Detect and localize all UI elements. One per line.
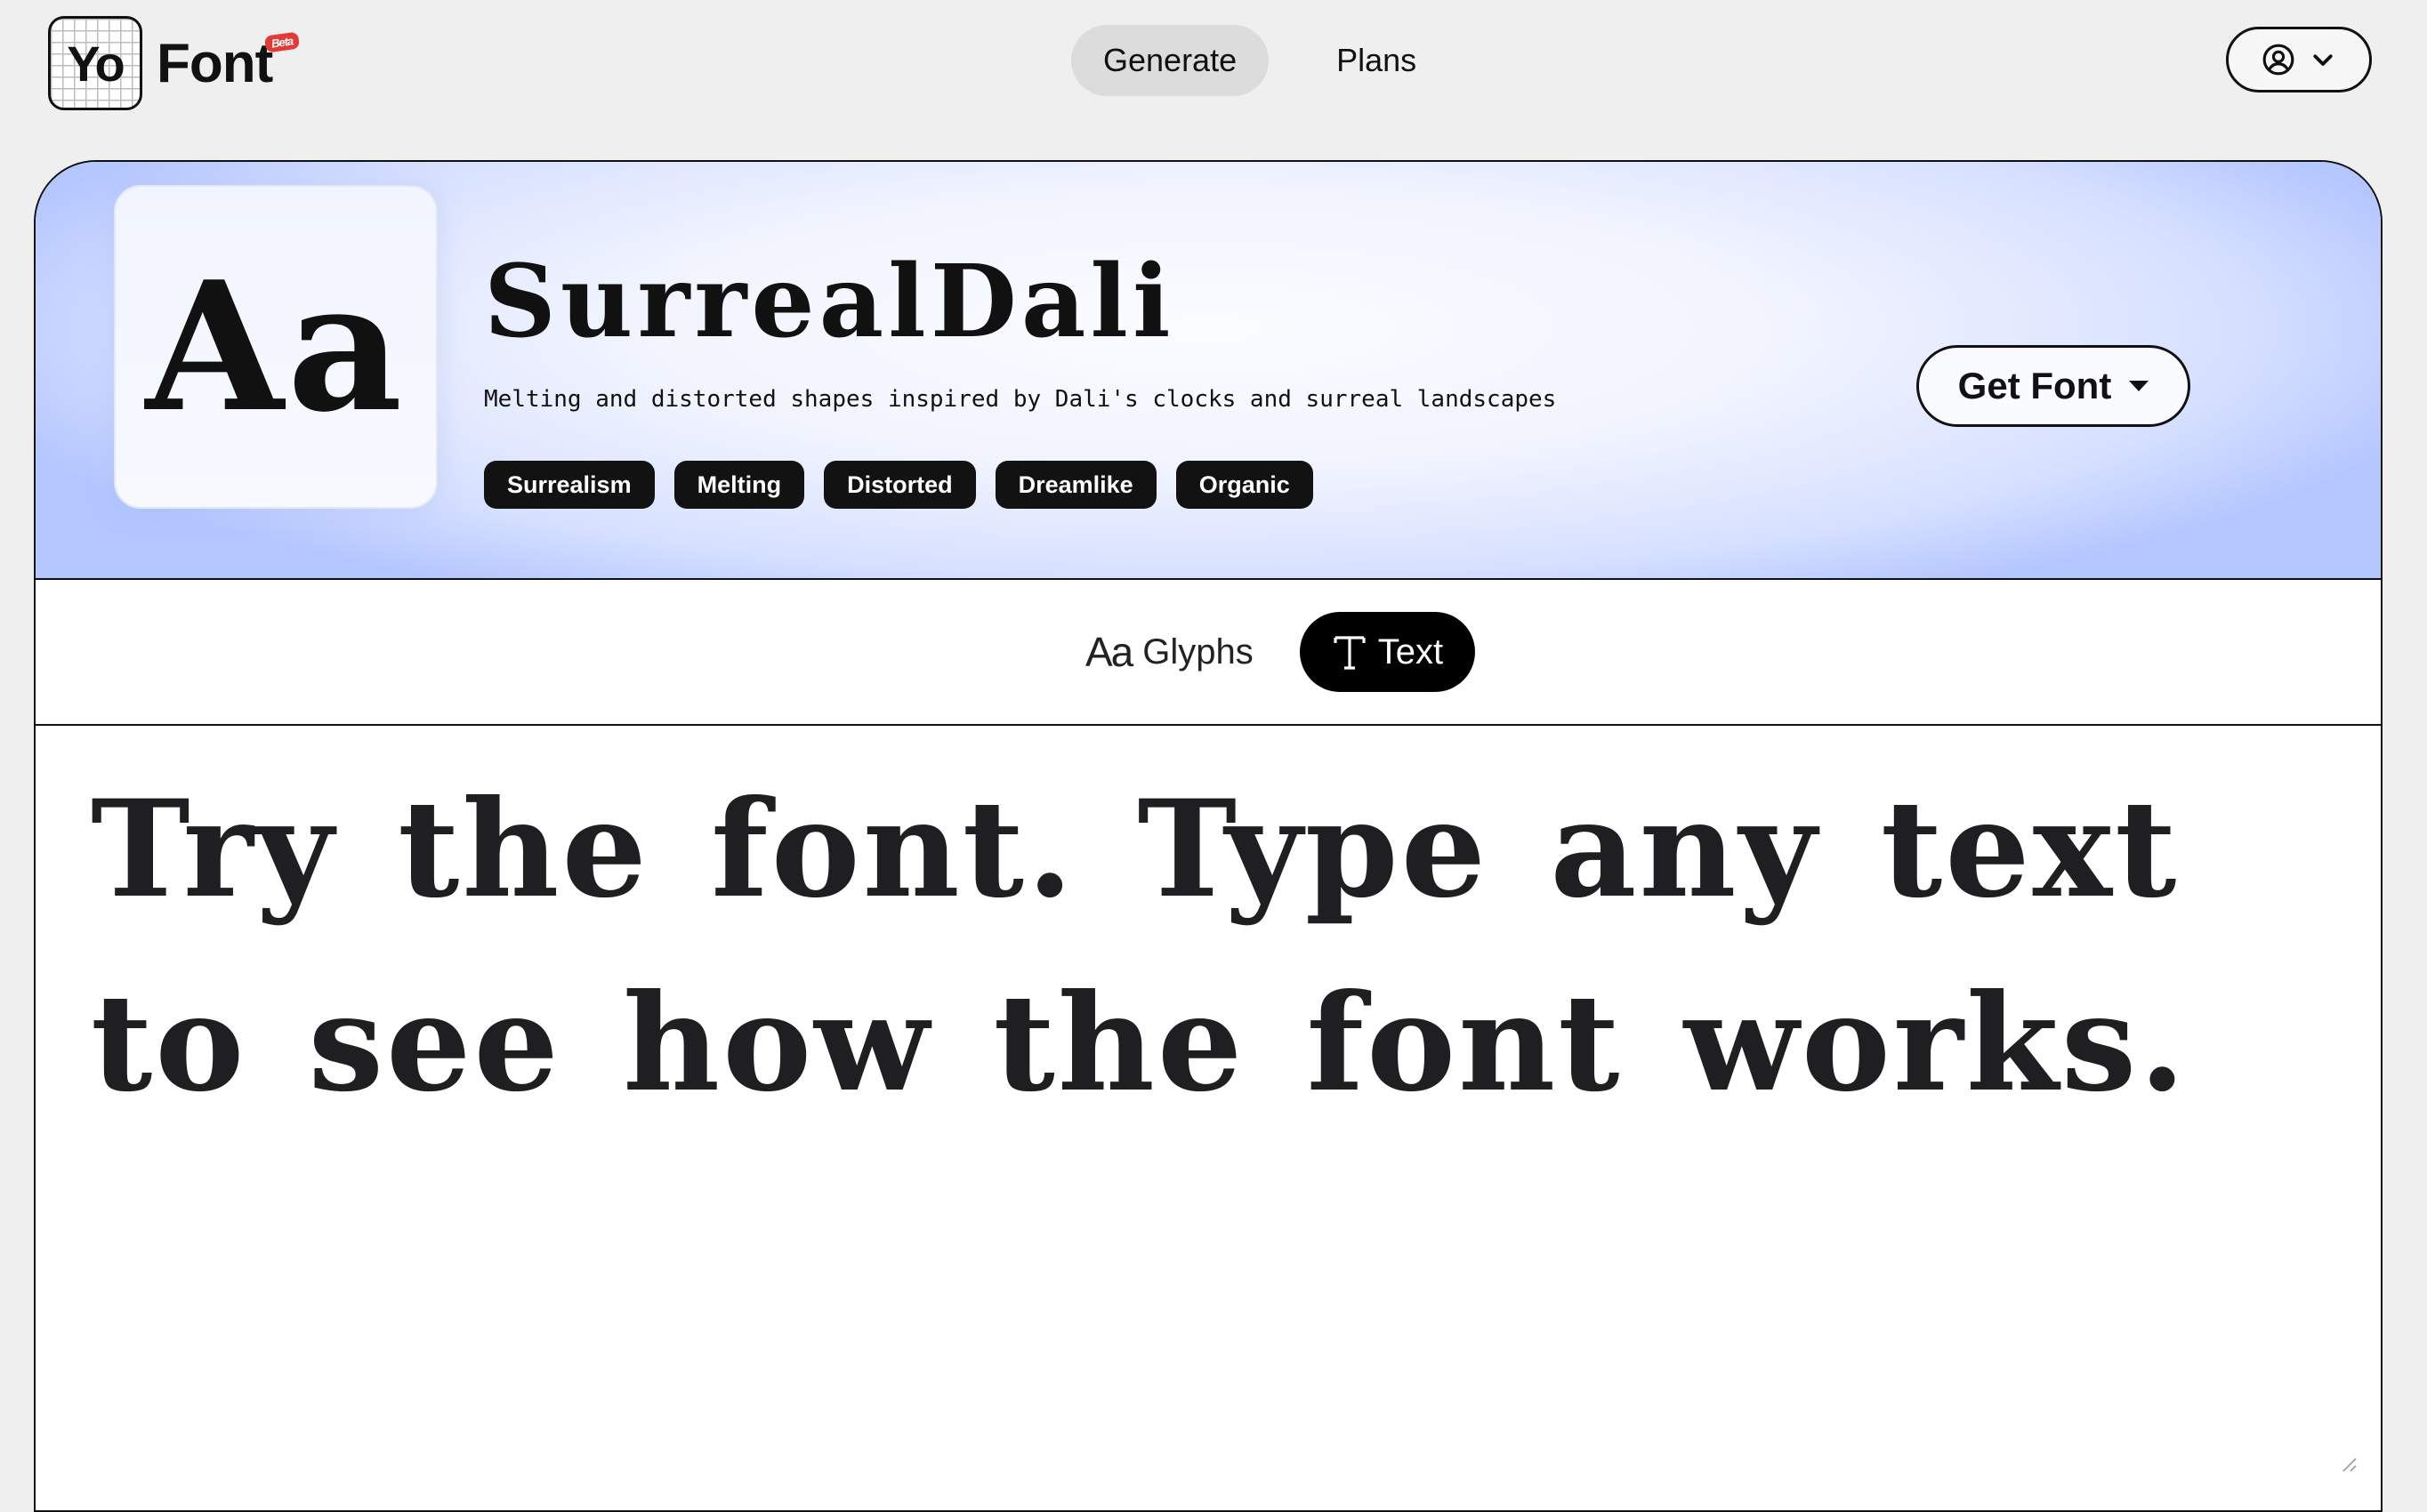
tab-text[interactable]: Text xyxy=(1299,612,1476,692)
text-icon xyxy=(1334,636,1366,670)
tab-glyphs-label: Glyphs xyxy=(1142,631,1254,672)
tag-melting[interactable]: Melting xyxy=(673,461,805,509)
logo-font-text: Font xyxy=(157,32,273,94)
tag-distorted[interactable]: Distorted xyxy=(824,461,976,509)
font-name-title: SurrealDali xyxy=(484,244,1175,360)
logo-yo-text: Yo xyxy=(67,35,125,92)
mode-toggle-bar: Aa Glyphs Text xyxy=(36,580,2381,726)
preview-glyphs: Aa xyxy=(145,242,407,452)
tab-glyphs[interactable]: Aa Glyphs xyxy=(1053,612,1286,692)
chevron-down-icon xyxy=(2313,54,2333,66)
get-font-label: Get Font xyxy=(1957,365,2112,406)
logo-mark: Yo xyxy=(48,16,142,110)
font-hero: Aa SurrealDali Melting and distorted sha… xyxy=(36,162,2381,580)
account-menu-button[interactable] xyxy=(2226,27,2372,92)
font-preview-tile: Aa xyxy=(114,185,438,509)
mode-toggle: Aa Glyphs Text xyxy=(1053,612,1476,692)
logo-wordmark: Font Beta xyxy=(157,30,301,95)
nav-generate[interactable]: Generate xyxy=(1071,25,1270,96)
tag-surrealism[interactable]: Surrealism xyxy=(484,461,655,509)
tag-organic[interactable]: Organic xyxy=(1175,461,1313,509)
logo[interactable]: Yo Font Beta xyxy=(48,16,301,110)
caret-down-icon xyxy=(2129,381,2149,391)
user-circle-icon xyxy=(2262,44,2294,76)
tab-text-label: Text xyxy=(1377,631,1444,672)
font-description: Melting and distorted shapes inspired by… xyxy=(484,386,1557,413)
top-bar: Yo Font Beta Generate Plans xyxy=(0,0,2427,125)
glyphs-icon: Aa xyxy=(1085,629,1133,675)
tag-dreamlike[interactable]: Dreamlike xyxy=(995,461,1157,509)
font-test-area[interactable]: Try the font. Type any text to see how t… xyxy=(36,726,2381,1510)
get-font-button[interactable]: Get Font xyxy=(1916,345,2190,427)
font-card: Aa SurrealDali Melting and distorted sha… xyxy=(34,160,2383,1512)
nav-plans[interactable]: Plans xyxy=(1304,25,1448,96)
font-test-textarea[interactable]: Try the font. Type any text to see how t… xyxy=(91,752,2315,1140)
resize-handle-icon[interactable] xyxy=(2336,1452,2358,1473)
tag-list: Surrealism Melting Distorted Dreamlike O… xyxy=(484,461,1313,509)
main-nav: Generate Plans xyxy=(1071,25,1448,96)
